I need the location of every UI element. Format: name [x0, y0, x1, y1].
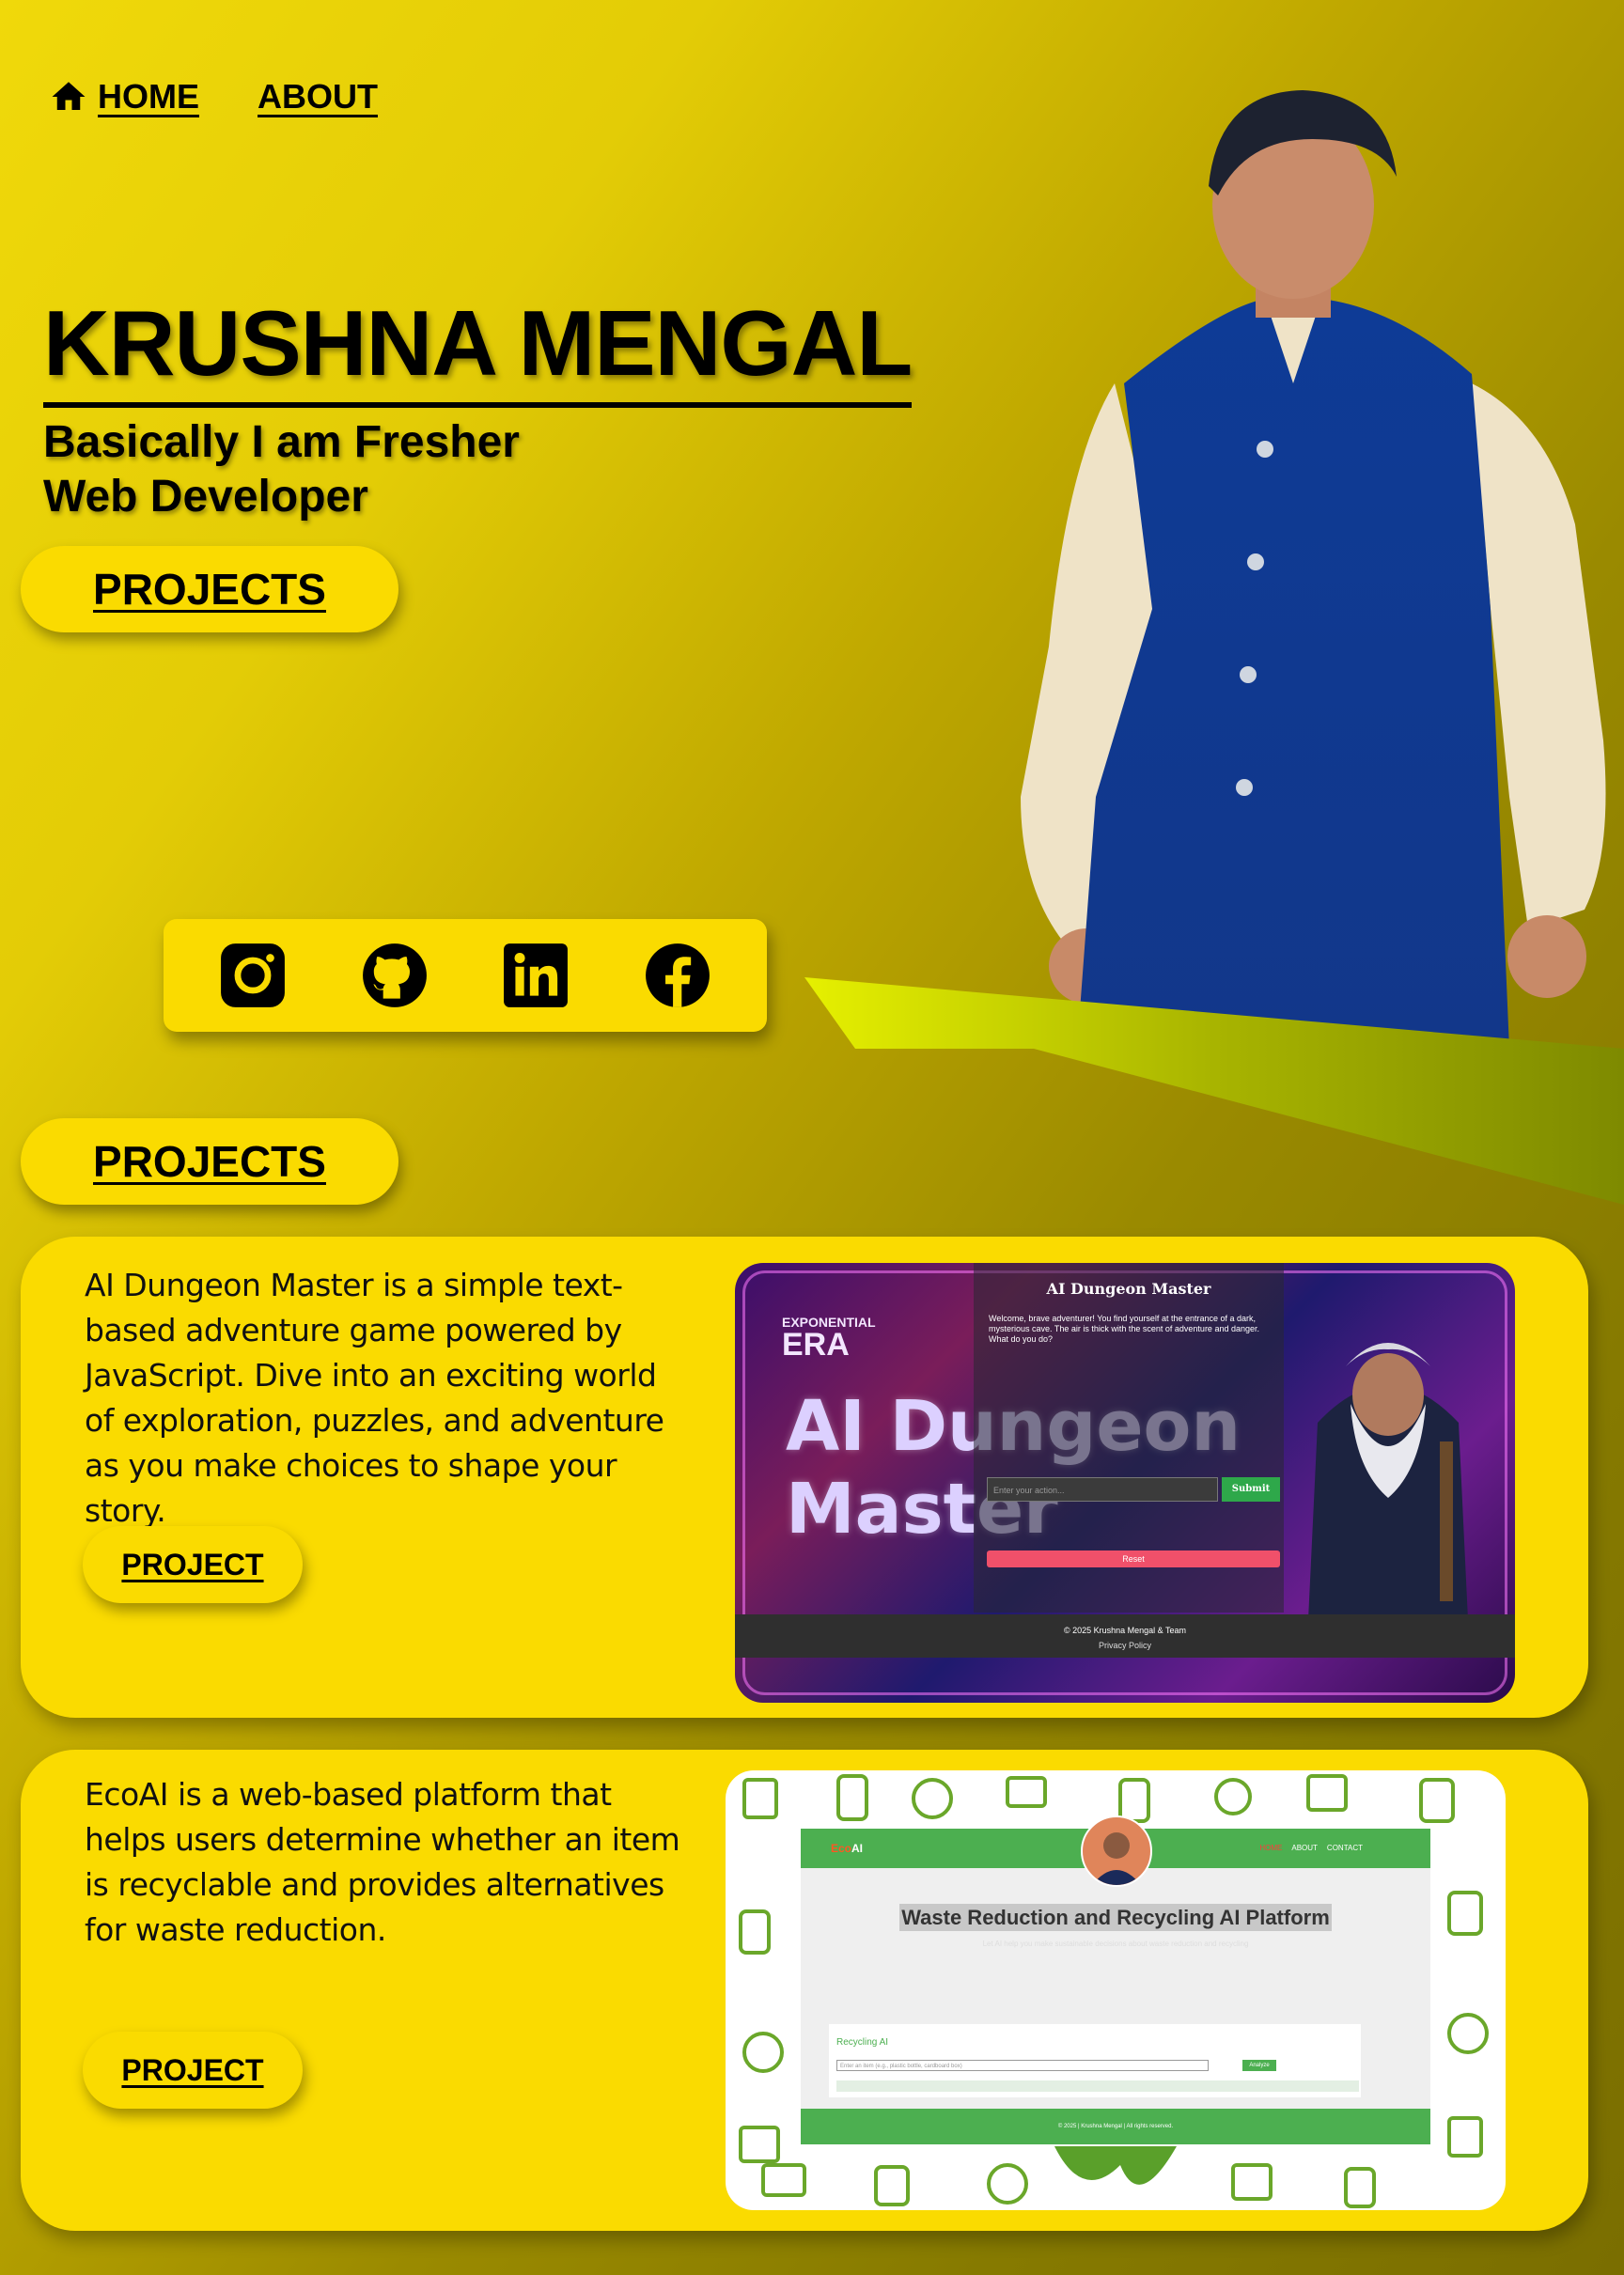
action-input: Enter your action... — [987, 1477, 1218, 1502]
top-nav: HOME ABOUT — [49, 77, 378, 117]
ecoai-footer: © 2025 | Krushna Mengal | All rights res… — [801, 2109, 1430, 2144]
ecoai-heading: Waste Reduction and Recycling AI Platfor… — [899, 1904, 1332, 1931]
ecoai-nav-contact: CONTACT — [1326, 1844, 1363, 1852]
recycling-ai-box: Recycling AI Enter an item (e.g., plasti… — [829, 2024, 1361, 2097]
project-screenshot-ecoai[interactable]: EcoAI HOME ABOUT CONTACT Waste Reduction… — [726, 1770, 1506, 2210]
hero-subtitle-line1: Basically I am Fresher — [43, 417, 520, 467]
nav-about-label: ABOUT — [258, 77, 378, 116]
project-button[interactable]: PROJECT — [83, 1526, 303, 1603]
ecoai-tagline: Let AI help you make sustainable decisio… — [982, 1940, 1249, 1948]
ecoai-nav-links: HOME ABOUT CONTACT — [1259, 1844, 1363, 1852]
hero-name: KRUSHNA MENGAL — [43, 297, 913, 408]
ecoai-website: EcoAI HOME ABOUT CONTACT Waste Reduction… — [801, 1815, 1430, 2144]
project-screenshot-ai-dungeon[interactable]: EXPONENTIAL ERA AI Dungeon Master AI Dun… — [735, 1263, 1515, 1703]
nav-about-link[interactable]: ABOUT — [258, 77, 378, 117]
panel-text: Welcome, brave adventurer! You find your… — [989, 1314, 1259, 1344]
hero-projects-button[interactable]: PROJECTS — [21, 546, 398, 632]
wizard-illustration — [1308, 1343, 1468, 1620]
nav-home-label: HOME — [98, 77, 199, 116]
ecoai-logo: EcoAI — [831, 1842, 864, 1855]
project-description: EcoAI is a web-based platform that helps… — [85, 1776, 680, 1948]
linkedin-icon[interactable] — [499, 939, 572, 1012]
ecoai-nav-home: HOME — [1259, 1844, 1283, 1852]
projects-section-title[interactable]: PROJECTS — [21, 1118, 398, 1205]
era-logo: EXPONENTIAL ERA — [782, 1315, 876, 1363]
avatar — [1081, 1815, 1152, 1887]
social-links — [164, 919, 767, 1032]
submit-button: Submit — [1222, 1477, 1280, 1502]
game-panel: AI Dungeon Master Welcome, brave adventu… — [974, 1263, 1284, 1613]
facebook-icon[interactable] — [641, 939, 714, 1012]
home-icon — [49, 77, 88, 117]
instagram-icon[interactable] — [216, 939, 289, 1012]
project-description: AI Dungeon Master is a simple text-based… — [85, 1267, 664, 1529]
panel-title: AI Dungeon Master — [1046, 1280, 1211, 1298]
recycling-ai-title: Recycling AI — [836, 2037, 889, 2048]
github-icon[interactable] — [358, 939, 431, 1012]
nav-home-link[interactable]: HOME — [49, 77, 199, 117]
ecoai-nav-about: ABOUT — [1291, 1844, 1318, 1852]
item-input: Enter an item (e.g., plastic bottle, car… — [836, 2060, 1209, 2071]
project-card-ai-dungeon: AI Dungeon Master is a simple text-based… — [21, 1237, 1588, 1718]
profile-photo — [983, 83, 1624, 1049]
result-bar — [836, 2080, 1359, 2092]
screenshot-footer: © 2025 Krushna Mengal & Team Privacy Pol… — [735, 1614, 1515, 1658]
reset-button: Reset — [987, 1550, 1280, 1567]
project-button[interactable]: PROJECT — [83, 2032, 303, 2109]
hero-subtitle-line2: Web Developer — [43, 472, 368, 522]
hero-subtitle: Basically I am Fresher Web Developer — [43, 415, 520, 524]
analyze-button: Analyze — [1242, 2060, 1276, 2071]
project-card-ecoai: EcoAI is a web-based platform that helps… — [21, 1750, 1588, 2231]
